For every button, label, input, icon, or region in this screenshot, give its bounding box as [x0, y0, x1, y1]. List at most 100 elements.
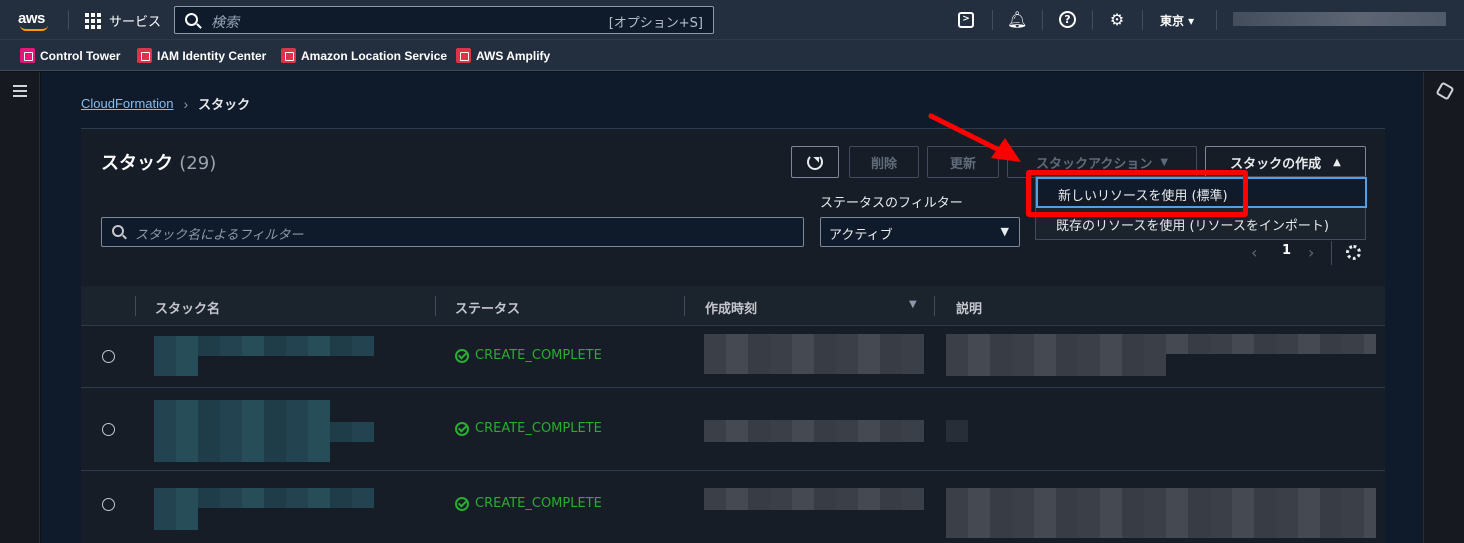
nav-divider [68, 10, 69, 30]
nav-divider [1216, 10, 1217, 30]
column-divider [435, 296, 436, 316]
global-search-input[interactable]: 検索 [オプション+S] [174, 6, 714, 34]
iam-identity-center-icon [137, 48, 152, 63]
column-divider [135, 296, 136, 316]
stack-name-redacted[interactable] [154, 336, 374, 356]
description-redacted [946, 354, 1166, 376]
table-header: スタック名 ステータス 作成時刻 ▼ 説明 [81, 286, 1385, 326]
search-shortcut: [オプション+S] [608, 16, 703, 31]
delete-label: 削除 [870, 156, 897, 172]
stack-name-redacted[interactable] [154, 400, 330, 422]
refresh-button[interactable] [791, 146, 839, 178]
nav-divider [1092, 10, 1093, 30]
top-navigation: aws サービス 検索 [オプション+S] > 🔔︎ ? ⚙ 東京 ▾ [0, 0, 1464, 40]
stack-actions-label: スタックアクション [1035, 156, 1153, 172]
row-radio[interactable] [102, 423, 115, 436]
success-check-icon [455, 348, 469, 363]
services-label: サービス [109, 15, 162, 30]
main-content: CloudFormation › スタック スタック (29) 削除 更新 スタ… [41, 72, 1423, 543]
stack-name-filter-input[interactable]: スタック名によるフィルター [101, 217, 804, 247]
region-selector[interactable]: 東京 ▾ [1160, 12, 1194, 29]
favorite-control-tower[interactable]: Control Tower [20, 48, 120, 63]
services-menu-button[interactable]: サービス [85, 11, 161, 30]
delete-button[interactable]: 削除 [849, 146, 919, 178]
create-stack-label: スタックの作成 [1230, 156, 1322, 172]
menu-icon[interactable] [13, 85, 27, 97]
favorite-amazon-location-service[interactable]: Amazon Location Service [281, 48, 447, 63]
account-menu-redacted[interactable] [1233, 12, 1446, 26]
breadcrumb-current: スタック [198, 97, 251, 112]
annotation-highlight-box [1026, 170, 1248, 217]
status-cell: CREATE_COMPLETE [455, 421, 602, 436]
right-rail [1423, 72, 1464, 543]
favorite-aws-amplify[interactable]: AWS Amplify [456, 48, 550, 63]
stacks-title: スタック [101, 153, 173, 174]
next-page-icon[interactable]: › [1308, 243, 1314, 262]
stacks-count: (29) [179, 153, 217, 174]
column-header-status[interactable]: ステータス [455, 298, 520, 317]
search-placeholder: 検索 [211, 15, 239, 31]
chevron-right-icon: › [183, 95, 189, 112]
info-panel-icon[interactable] [1435, 81, 1455, 101]
cloudshell-icon[interactable]: > [958, 12, 974, 28]
favorite-label: AWS Amplify [476, 48, 551, 63]
favorite-label: Amazon Location Service [301, 48, 448, 63]
status-filter-select[interactable]: アクティブ ▼ [820, 217, 1020, 247]
created-time-redacted [704, 334, 924, 374]
status-filter-value: アクティブ [829, 228, 893, 243]
created-time-redacted [704, 488, 924, 510]
column-header-description[interactable]: 説明 [956, 298, 982, 317]
column-header-created-time[interactable]: 作成時刻 [705, 298, 757, 317]
table-row[interactable]: CREATE_COMPLETE [81, 326, 1385, 388]
nav-divider [992, 10, 993, 30]
table-row[interactable]: CREATE_COMPLETE [81, 471, 1385, 543]
description-redacted [946, 334, 1376, 354]
favorite-label: IAM Identity Center [157, 48, 267, 63]
row-radio[interactable] [102, 498, 115, 511]
stack-name-redacted [154, 442, 330, 462]
nav-divider [1042, 10, 1043, 30]
aws-smile-icon [20, 25, 48, 31]
aws-logo[interactable]: aws [18, 8, 52, 32]
page-number[interactable]: 1 [1282, 243, 1291, 258]
table-preferences-gear-icon[interactable] [1346, 245, 1361, 260]
stack-name-redacted [154, 422, 374, 442]
bell-icon[interactable]: 🔔︎ [1007, 10, 1027, 30]
created-time-redacted [704, 420, 924, 442]
breadcrumb-cloudformation-link[interactable]: CloudFormation [81, 96, 174, 111]
filter-placeholder: スタック名によるフィルター [135, 228, 304, 243]
column-divider [684, 296, 685, 316]
amplify-icon [456, 48, 471, 63]
nav-divider [1142, 10, 1143, 30]
favorites-bar: Control Tower IAM Identity Center Amazon… [0, 40, 1464, 71]
annotation-arrow-icon [928, 113, 1021, 162]
column-header-stack-name[interactable]: スタック名 [155, 298, 220, 317]
success-check-icon [455, 421, 469, 436]
column-divider [934, 296, 935, 316]
stack-name-redacted [154, 356, 198, 376]
gear-icon[interactable]: ⚙ [1107, 10, 1127, 30]
left-rail [0, 72, 40, 543]
caret-up-icon: ▲ [1333, 156, 1341, 168]
row-radio[interactable] [102, 350, 115, 363]
favorite-label: Control Tower [40, 48, 121, 63]
stacks-heading: スタック (29) [101, 149, 216, 175]
status-text: CREATE_COMPLETE [475, 421, 602, 436]
sort-descending-icon[interactable]: ▼ [909, 299, 917, 310]
breadcrumb: CloudFormation › スタック [81, 94, 250, 113]
control-tower-icon [20, 48, 35, 63]
description-redacted [946, 420, 968, 442]
refresh-icon [807, 154, 823, 170]
help-icon[interactable]: ? [1059, 11, 1076, 28]
status-filter-label: ステータスのフィルター [820, 196, 963, 211]
previous-page-icon[interactable]: ‹ [1251, 243, 1257, 262]
stack-name-redacted[interactable] [154, 488, 374, 508]
status-cell: CREATE_COMPLETE [455, 348, 602, 363]
favorite-iam-identity-center[interactable]: IAM Identity Center [137, 48, 266, 63]
status-cell: CREATE_COMPLETE [455, 496, 602, 511]
pager-divider [1331, 241, 1332, 265]
description-redacted [946, 488, 1376, 538]
caret-down-icon: ▼ [1000, 225, 1009, 238]
table-row[interactable]: CREATE_COMPLETE [81, 388, 1385, 471]
stack-name-redacted [154, 508, 198, 530]
